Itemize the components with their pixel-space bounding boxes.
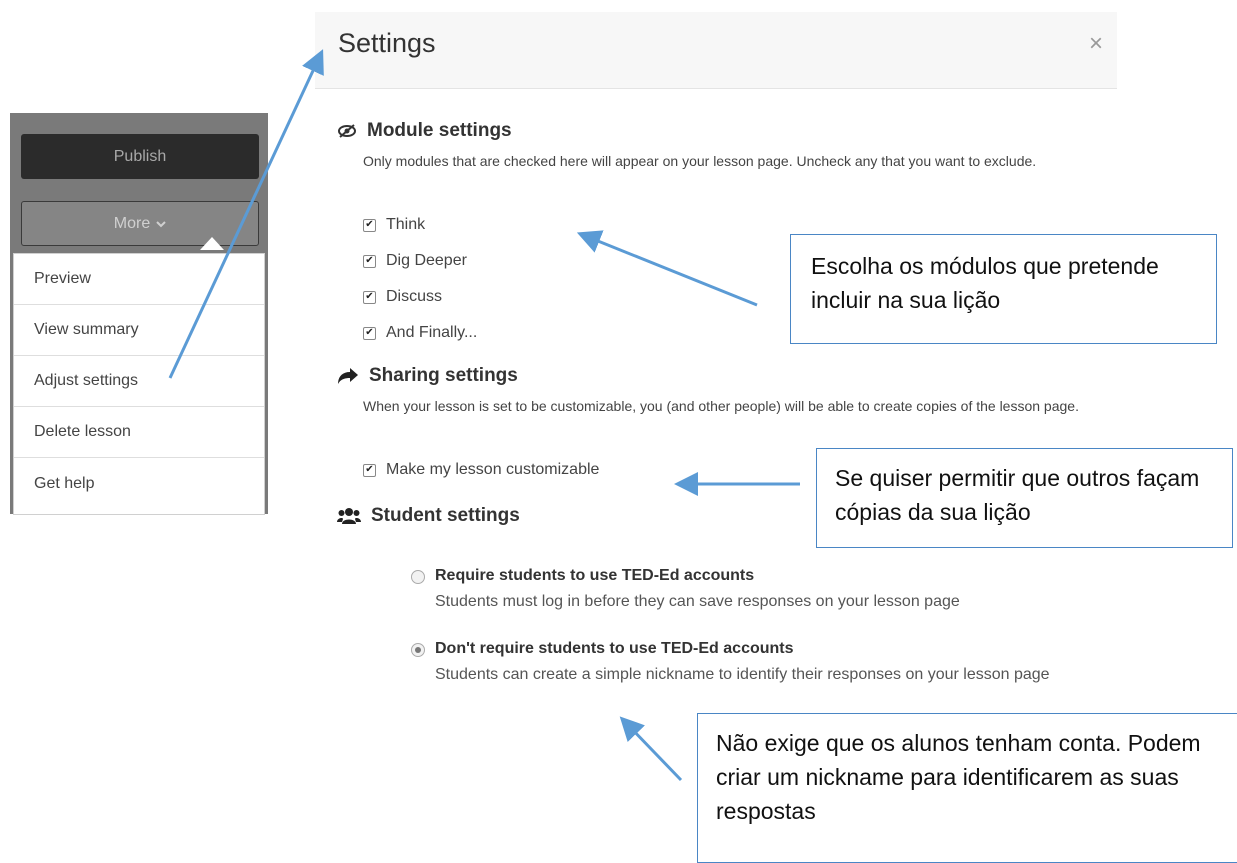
arrow-accounts [619, 716, 683, 782]
arrow-modules [576, 230, 758, 307]
annotation-arrows [168, 49, 800, 782]
arrow-adjust-settings [168, 49, 324, 379]
